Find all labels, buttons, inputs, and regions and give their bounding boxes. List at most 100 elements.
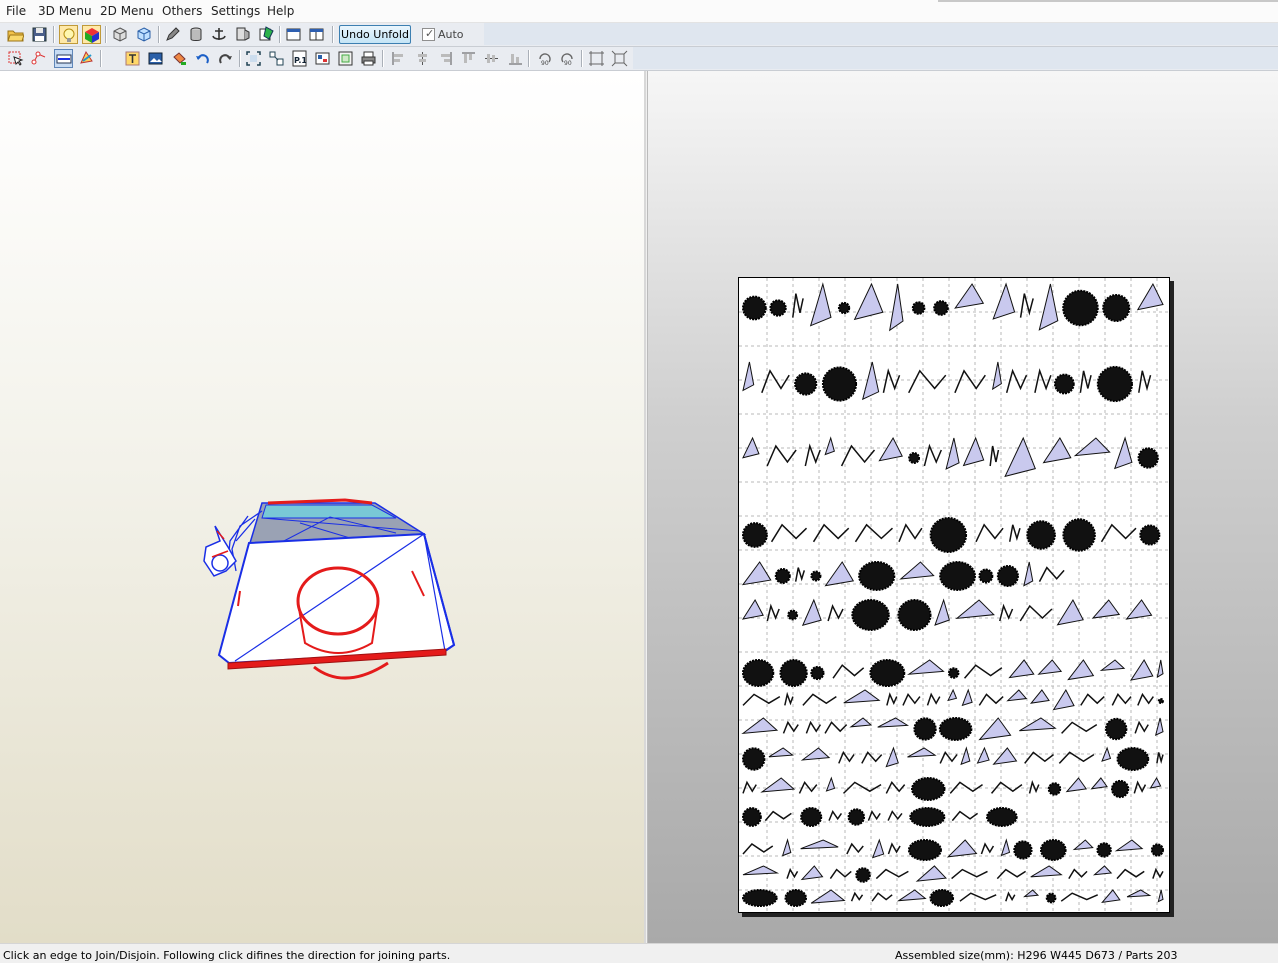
light-toggle-button[interactable] <box>59 25 78 44</box>
open-folder-button[interactable] <box>6 25 25 44</box>
part-shape <box>975 523 1004 543</box>
status-hint: Click an edge to Join/Disjoin. Following… <box>3 949 451 962</box>
anchor-tool-button[interactable] <box>210 25 229 44</box>
move-vertex-button[interactable] <box>30 49 49 68</box>
part-shape <box>989 445 1000 467</box>
part-shape <box>1030 865 1063 878</box>
single-view-button[interactable] <box>284 25 303 44</box>
part-shape <box>742 865 780 876</box>
rotate-left-icon-text: 90 <box>541 60 549 67</box>
flap-tool-button[interactable] <box>233 25 252 44</box>
2d-view[interactable] <box>647 71 1278 943</box>
part-shape <box>961 688 973 707</box>
3d-view[interactable] <box>0 71 646 943</box>
part-shape <box>1026 520 1056 550</box>
show-faces-button[interactable] <box>111 25 130 44</box>
print-layout-button[interactable] <box>313 49 332 68</box>
page-setup-button[interactable] <box>336 49 355 68</box>
arrange-parts-button[interactable] <box>267 49 286 68</box>
fit-page-button[interactable] <box>244 49 263 68</box>
part-shape <box>1096 842 1112 858</box>
paint-tool-button[interactable] <box>170 49 189 68</box>
page-number-button[interactable]: P.1 <box>290 49 309 68</box>
part-shape <box>821 366 858 402</box>
part-shape <box>896 889 927 902</box>
redo-button[interactable] <box>216 49 235 68</box>
show-unfolded-faces-button[interactable] <box>135 25 154 44</box>
window-icon <box>286 28 301 41</box>
align-bottom-icon <box>509 54 522 65</box>
align-middle-button[interactable] <box>482 49 501 68</box>
part-shape <box>1062 289 1099 327</box>
part-shape <box>786 867 799 879</box>
part-shape <box>992 282 1016 320</box>
part-shape <box>824 436 835 456</box>
rotate-left-90-button[interactable]: 90 <box>535 49 554 68</box>
align-right-button[interactable] <box>436 49 455 68</box>
part-shape <box>899 561 935 580</box>
part-shape <box>1125 599 1153 620</box>
cylinder-tool-button[interactable] <box>187 25 206 44</box>
menu-file[interactable]: File <box>6 4 26 18</box>
part-shape <box>1149 776 1162 789</box>
frame-fit-button[interactable] <box>610 49 629 68</box>
part-shape <box>908 452 921 464</box>
print-button[interactable] <box>359 49 378 68</box>
text-icon <box>125 51 140 66</box>
3d-model[interactable] <box>0 71 644 943</box>
join-edge-button[interactable] <box>54 49 73 68</box>
part-shape <box>1156 752 1164 765</box>
part-shape <box>827 603 844 622</box>
rotate-right-icon-text: 90 <box>564 60 572 67</box>
align-bottom-button[interactable] <box>506 49 525 68</box>
part-shape <box>843 689 881 704</box>
menu-bar: File 3D Menu 2D Menu Others Settings Hel… <box>0 0 1278 23</box>
part-shape <box>1157 889 1164 903</box>
image-tool-button[interactable] <box>146 49 165 68</box>
menu-3d[interactable]: 3D Menu <box>38 4 92 18</box>
part-shape <box>1052 688 1075 711</box>
align-top-button[interactable] <box>459 49 478 68</box>
align-center-button[interactable] <box>413 49 432 68</box>
auto-checkbox[interactable]: ✓ <box>422 27 435 41</box>
toolbar-separator <box>382 50 384 67</box>
part-shape <box>885 746 899 768</box>
part-shape <box>885 781 906 794</box>
menu-2d[interactable]: 2D Menu <box>100 4 154 18</box>
part-color-button[interactable] <box>257 25 276 44</box>
part-shape <box>996 564 1019 588</box>
part-shape <box>805 720 822 734</box>
align-center-icon <box>418 52 427 65</box>
save-button[interactable] <box>30 25 49 44</box>
select-tool-button[interactable] <box>6 49 25 68</box>
rotate-right-90-icon: 90 <box>561 53 573 67</box>
edge-tool-button[interactable] <box>163 25 182 44</box>
frame-select-button[interactable] <box>587 49 606 68</box>
part-shape <box>915 865 947 882</box>
paper-sheet[interactable] <box>738 277 1170 913</box>
part-shape <box>810 665 825 681</box>
part-shape <box>829 868 852 880</box>
undo-unfold-button[interactable]: Undo Unfold <box>339 25 411 44</box>
part-shape <box>1129 659 1154 681</box>
part-shape <box>889 283 904 332</box>
part-shape <box>798 780 818 794</box>
unfolded-parts[interactable] <box>739 278 1169 912</box>
text-tool-button[interactable] <box>123 49 142 68</box>
part-shape <box>939 561 976 591</box>
menu-others[interactable]: Others <box>162 4 202 18</box>
align-left-button[interactable] <box>389 49 408 68</box>
part-shape <box>913 717 937 741</box>
part-shape <box>976 746 990 764</box>
part-shape <box>1006 689 1028 702</box>
colored-cube-icon <box>85 28 99 43</box>
menu-settings[interactable]: Settings <box>211 4 260 18</box>
rotate-right-90-button[interactable]: 90 <box>558 49 577 68</box>
texture-toggle-button[interactable] <box>82 25 101 44</box>
undo-button[interactable] <box>193 49 212 68</box>
split-view-button[interactable] <box>307 25 326 44</box>
menu-help[interactable]: Help <box>267 4 294 18</box>
part-shape <box>1037 659 1063 675</box>
part-shape <box>992 747 1018 765</box>
rotate-part-button[interactable] <box>77 49 96 68</box>
